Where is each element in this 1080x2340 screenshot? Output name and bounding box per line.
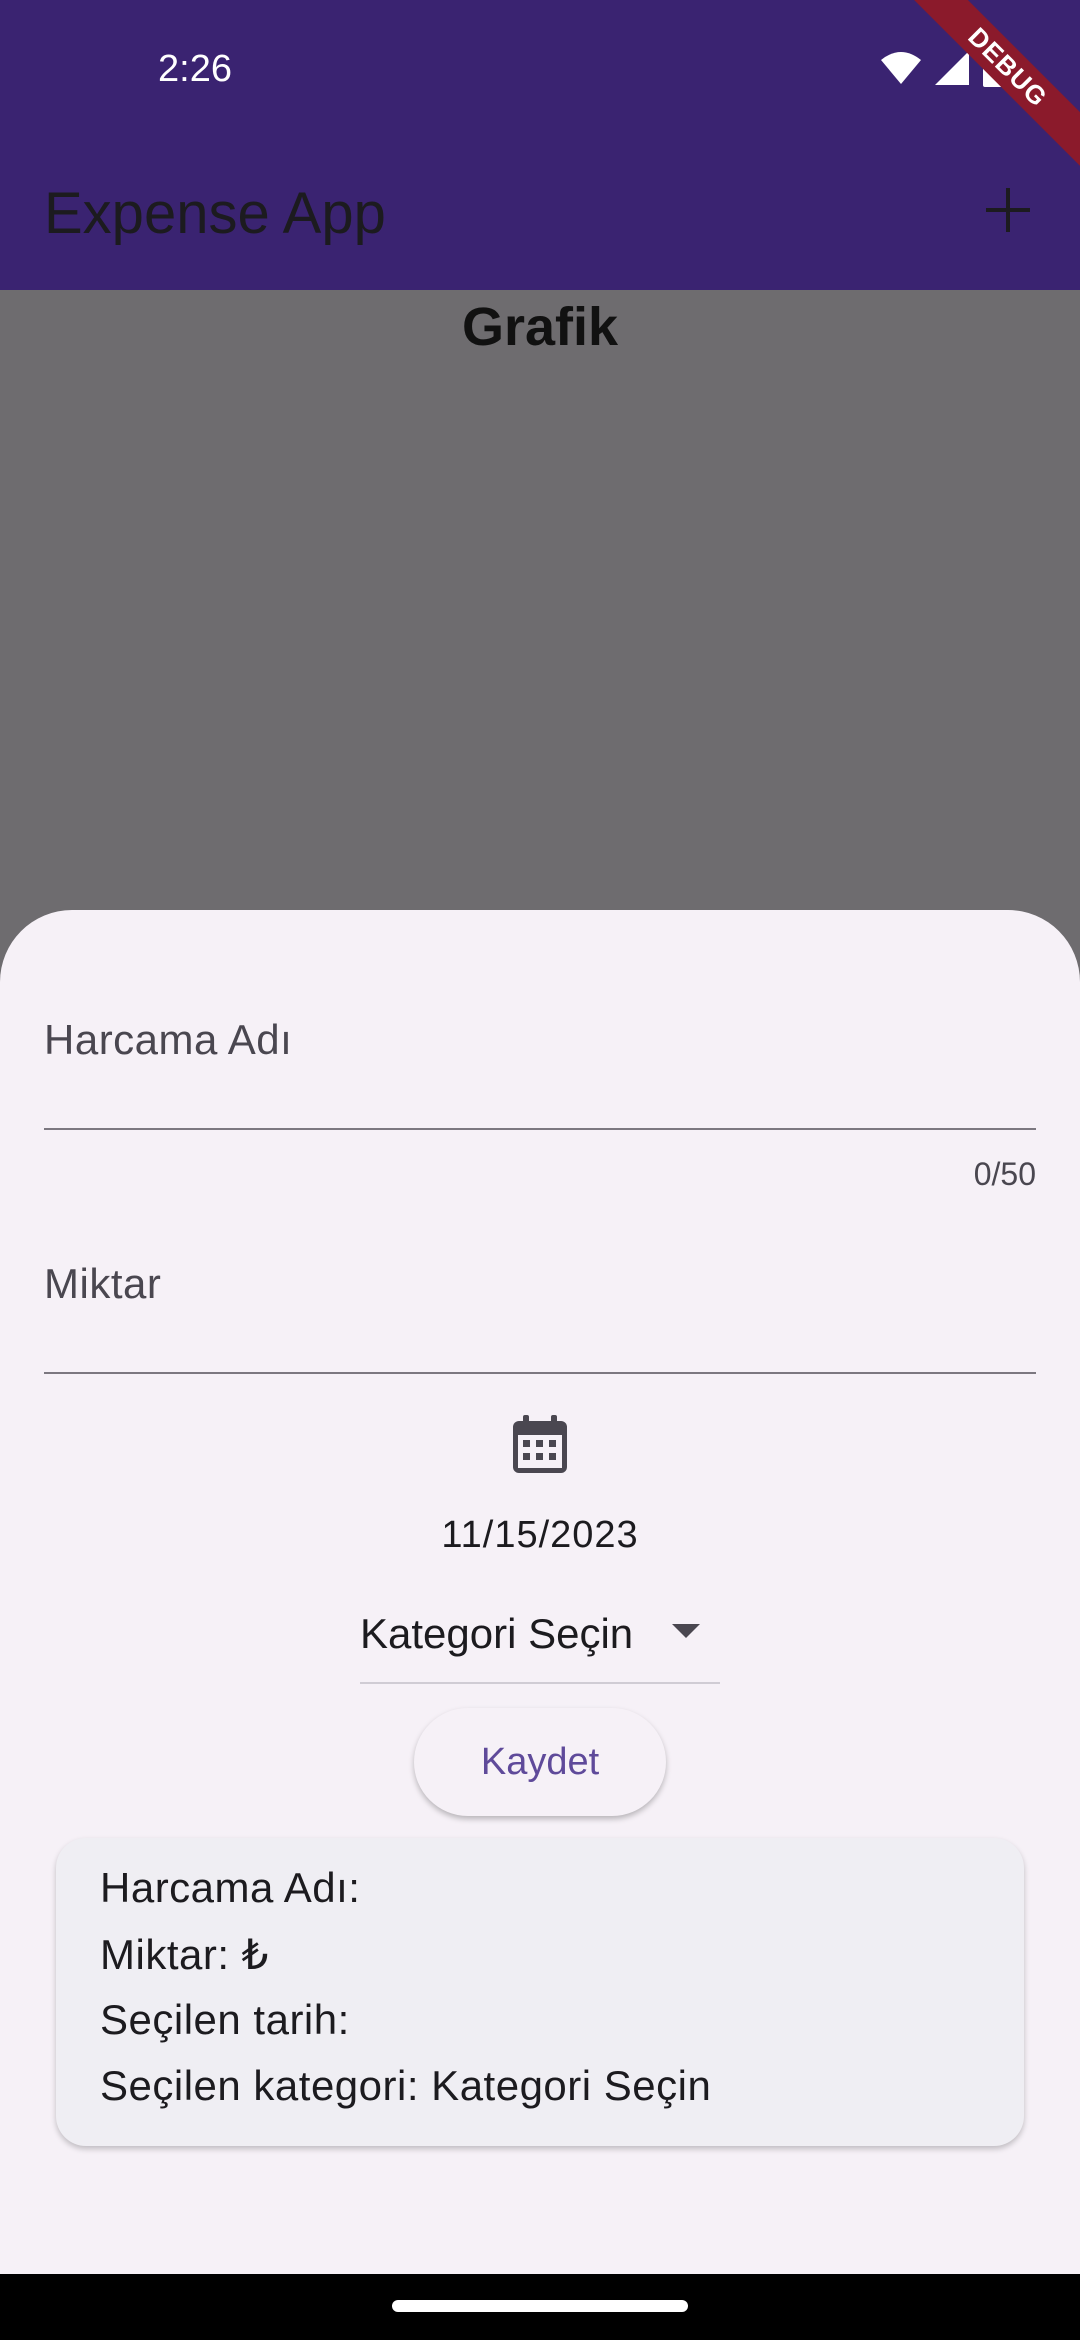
status-bar: 2:26 [0, 0, 1080, 140]
summary-name: Harcama Adı: [100, 1864, 361, 1911]
summary-date: Seçilen tarih: [100, 1996, 350, 2043]
calendar-icon [513, 1414, 567, 1478]
summary-category: Seçilen kategori: Kategori Seçin [100, 2062, 712, 2109]
signal-icon [935, 50, 969, 90]
navigation-bar [0, 2274, 1080, 2340]
amount-field[interactable]: Miktar [44, 1220, 1036, 1374]
expense-name-counter: 0/50 [973, 1156, 1036, 1192]
chart-title: Grafik [461, 297, 619, 357]
expense-name-field[interactable]: Harcama Adı [44, 980, 1036, 1130]
bottom-sheet: Harcama Adı 0/50 Miktar 11/15/2023 Kateg… [0, 910, 1080, 2274]
app-title: Expense App [44, 181, 386, 246]
save-button[interactable]: Kaydet [414, 1708, 666, 1816]
dropdown-arrow-icon [672, 1624, 700, 1638]
battery-icon [983, 48, 1005, 92]
status-time: 2:26 [158, 48, 232, 90]
app-bar: Expense App [0, 140, 1080, 290]
wifi-icon [881, 51, 921, 89]
summary-amount: Miktar: ₺ [100, 1931, 269, 1978]
selected-date: 11/15/2023 [441, 1514, 639, 1556]
status-icons [881, 48, 1005, 92]
amount-label: Miktar [44, 1260, 162, 1307]
date-picker-button[interactable] [504, 1410, 576, 1482]
expense-name-label: Harcama Adı [44, 1016, 293, 1063]
home-indicator[interactable] [392, 2300, 688, 2312]
summary-card: Harcama Adı: Miktar: ₺ Seçilen tarih: Se… [56, 1838, 1024, 2146]
plus-icon [986, 187, 1030, 237]
modal-scrim[interactable] [0, 290, 1080, 910]
category-dropdown[interactable]: Kategori Seçin [360, 1590, 720, 1684]
add-expense-button[interactable] [966, 170, 1050, 254]
category-dropdown-value: Kategori Seçin [360, 1610, 634, 1657]
